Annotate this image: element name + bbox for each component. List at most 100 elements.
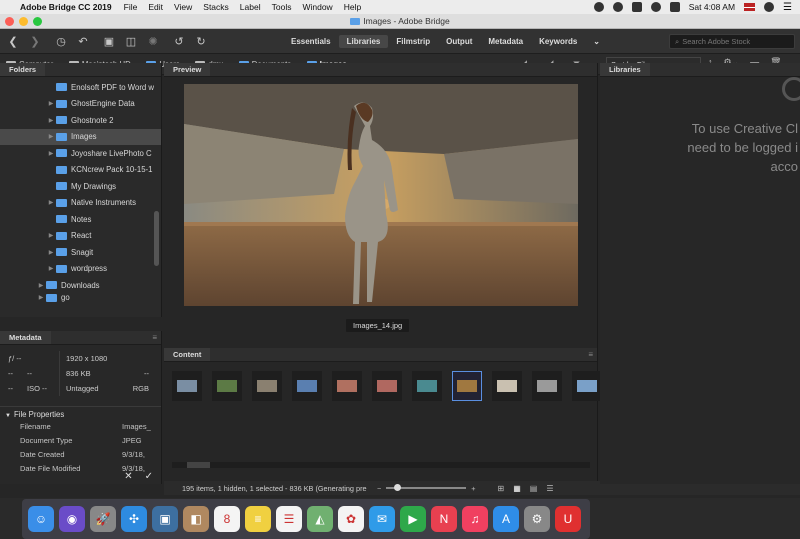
menu-window[interactable]: Window (302, 2, 332, 12)
launchpad-icon[interactable]: 🚀 (90, 506, 116, 532)
folder-item[interactable]: Enolsoft PDF to Word w (0, 79, 161, 96)
workspace-keywords[interactable]: Keywords (531, 35, 585, 48)
music-icon[interactable]: ♫ (462, 506, 488, 532)
input-source-flag-icon[interactable] (744, 3, 756, 11)
forward-icon[interactable]: ❯ (26, 32, 44, 50)
reminders-icon[interactable]: ☰ (276, 506, 302, 532)
workspace-libraries[interactable]: Libraries (338, 35, 389, 48)
magnet-icon[interactable]: U (555, 506, 581, 532)
menu-tools[interactable]: Tools (272, 2, 292, 12)
menu-label[interactable]: Label (240, 2, 261, 12)
folder-item[interactable]: ▶ Downloads (0, 277, 161, 294)
photo-browser-icon[interactable]: ▣ (152, 506, 178, 532)
menu-view[interactable]: View (174, 2, 192, 12)
folder-item[interactable]: ▶ Ghostnote 2 (0, 112, 161, 129)
thumbnail[interactable] (292, 371, 322, 401)
status-icon[interactable] (612, 2, 623, 12)
workspace-filmstrip[interactable]: Filmstrip (388, 35, 438, 48)
system-preferences-icon[interactable]: ⚙ (524, 506, 550, 532)
thumbnail[interactable] (332, 371, 362, 401)
tab-metadata[interactable]: Metadata (0, 331, 51, 344)
workspace-essentials[interactable]: Essentials (283, 35, 339, 48)
folder-item[interactable]: ▶ Snagit (0, 244, 161, 261)
calendar-icon[interactable]: 8 (214, 506, 240, 532)
tab-preview[interactable]: Preview (164, 63, 211, 76)
workspace-metadata[interactable]: Metadata (480, 35, 531, 48)
refine-icon[interactable]: ◫ (122, 32, 140, 50)
thumbnail[interactable] (172, 371, 202, 401)
boomerang-icon[interactable]: ↶ (74, 32, 92, 50)
panel-menu-icon[interactable]: ≡ (588, 350, 593, 359)
news-icon[interactable]: N (431, 506, 457, 532)
menu-help[interactable]: Help (344, 2, 361, 12)
tab-libraries[interactable]: Libraries (600, 63, 650, 76)
tab-favorites[interactable] (45, 63, 64, 76)
tab-folders[interactable]: Folders (0, 63, 46, 76)
recent-icon[interactable]: ◷ (52, 32, 70, 50)
thumbnail[interactable] (212, 371, 242, 401)
thumbnail-view-icon[interactable]: ▦ (513, 484, 521, 493)
folder-item[interactable]: ▶ go (0, 293, 161, 302)
thumbnail[interactable] (492, 371, 522, 401)
slider-knob[interactable] (394, 484, 402, 491)
folder-item[interactable]: ▶ GhostEngine Data (0, 96, 161, 113)
app-menu[interactable]: Adobe Bridge CC 2019 (20, 2, 112, 12)
tab-content[interactable]: Content (164, 348, 211, 361)
maps-icon[interactable]: ◭ (307, 506, 333, 532)
stock-search-input[interactable]: ⌕ Search Adobe Stock (669, 34, 795, 49)
menu-file[interactable]: File (124, 2, 138, 12)
folder-item[interactable]: KCNcrew Pack 10-15-1 (0, 162, 161, 179)
contacts-icon[interactable]: ◧ (183, 506, 209, 532)
folder-item[interactable]: ▶ wordpress (0, 261, 161, 278)
cancel-icon[interactable]: ✕ (124, 471, 132, 482)
zoom-in-icon[interactable]: + (471, 484, 475, 493)
details-view-icon[interactable]: ▤ (530, 484, 538, 493)
thumbnail[interactable] (532, 371, 562, 401)
camera-import-icon[interactable]: ▣ (100, 32, 118, 50)
creative-cloud-sync-icon[interactable]: ✺ (144, 32, 162, 50)
slider-track[interactable] (386, 484, 467, 491)
workspace-more-chevron-icon[interactable]: ⌄ (585, 35, 608, 48)
siri-icon[interactable]: ◉ (59, 506, 85, 532)
thumbnail[interactable] (372, 371, 402, 401)
safari-icon[interactable]: ✣ (121, 506, 147, 532)
back-icon[interactable]: ❮ (4, 32, 22, 50)
rotate-right-icon[interactable]: ↻ (192, 32, 210, 50)
thumbnail[interactable] (572, 371, 602, 401)
zoom-out-icon[interactable]: − (377, 484, 381, 493)
display-icon[interactable] (631, 2, 642, 12)
folder-item[interactable]: ▶ React (0, 228, 161, 245)
wifi-icon[interactable] (650, 2, 661, 12)
folder-item[interactable]: My Drawings (0, 178, 161, 195)
menu-edit[interactable]: Edit (148, 2, 163, 12)
apply-icon[interactable]: ✓ (145, 471, 153, 482)
facetime-icon[interactable]: ▶ (400, 506, 426, 532)
thumbnail-size-slider[interactable]: − + (377, 484, 476, 493)
folder-item-selected[interactable]: ▶ Images (0, 128, 161, 145)
notification-center-icon[interactable]: ☰ (783, 2, 792, 13)
preview-image[interactable] (184, 84, 578, 306)
grid-lock-icon[interactable]: ⊞ (498, 484, 505, 493)
file-properties-section[interactable]: ▼ File Properties (0, 406, 161, 419)
finder-icon[interactable]: ☺ (28, 506, 54, 532)
battery-icon[interactable] (669, 2, 680, 12)
workspace-output[interactable]: Output (438, 35, 480, 48)
app-store-icon[interactable]: A (493, 506, 519, 532)
notes-icon[interactable]: ≡ (245, 506, 271, 532)
menu-stacks[interactable]: Stacks (203, 2, 229, 12)
content-scrollbar[interactable] (172, 462, 590, 468)
messages-icon[interactable]: ✉ (369, 506, 395, 532)
list-view-icon[interactable]: ☰ (546, 484, 553, 493)
panel-menu-icon[interactable]: ≡ (152, 333, 157, 342)
thumbnail[interactable] (252, 371, 282, 401)
rotate-left-icon[interactable]: ↺ (170, 32, 188, 50)
folder-item[interactable]: ▶ Joyoshare LivePhoto C (0, 145, 161, 162)
scrollbar-thumb[interactable] (187, 462, 210, 468)
thumbnail-selected[interactable] (452, 371, 482, 401)
folder-item[interactable]: ▶ Native Instruments (0, 195, 161, 212)
spotlight-icon[interactable] (764, 2, 775, 12)
clock[interactable]: Sat 4:08 AM (689, 2, 735, 12)
folders-scrollbar[interactable] (154, 211, 159, 266)
creative-cloud-icon[interactable] (593, 2, 604, 12)
folder-item[interactable]: Notes (0, 211, 161, 228)
